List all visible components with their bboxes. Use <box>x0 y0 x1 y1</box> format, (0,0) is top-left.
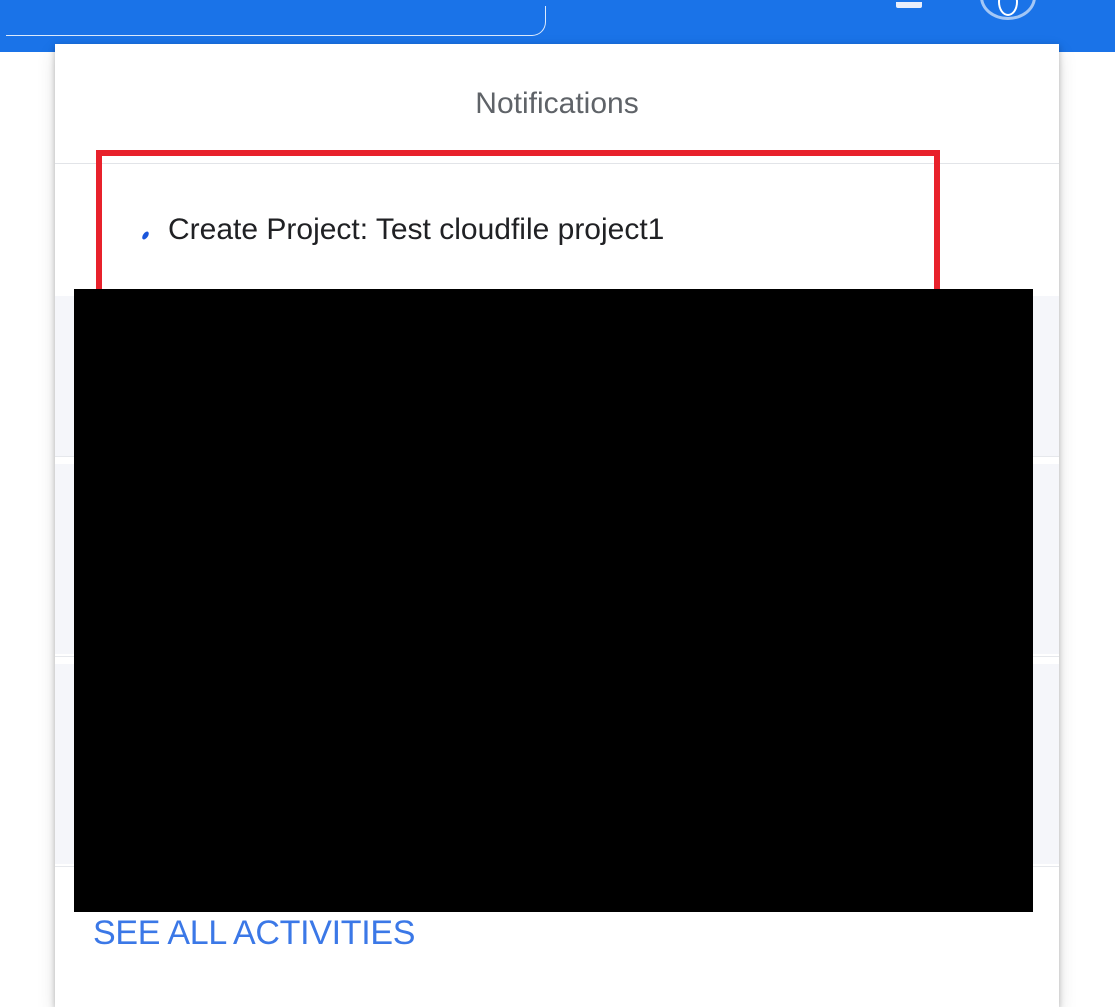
panel-title: Notifications <box>55 44 1059 164</box>
apps-icon[interactable] <box>896 2 922 8</box>
see-all-activities-link[interactable]: SEE ALL ACTIVITIES <box>93 914 415 953</box>
redaction-block <box>74 289 1033 912</box>
highlight-annotation <box>96 150 940 310</box>
search-bar[interactable] <box>6 6 546 36</box>
